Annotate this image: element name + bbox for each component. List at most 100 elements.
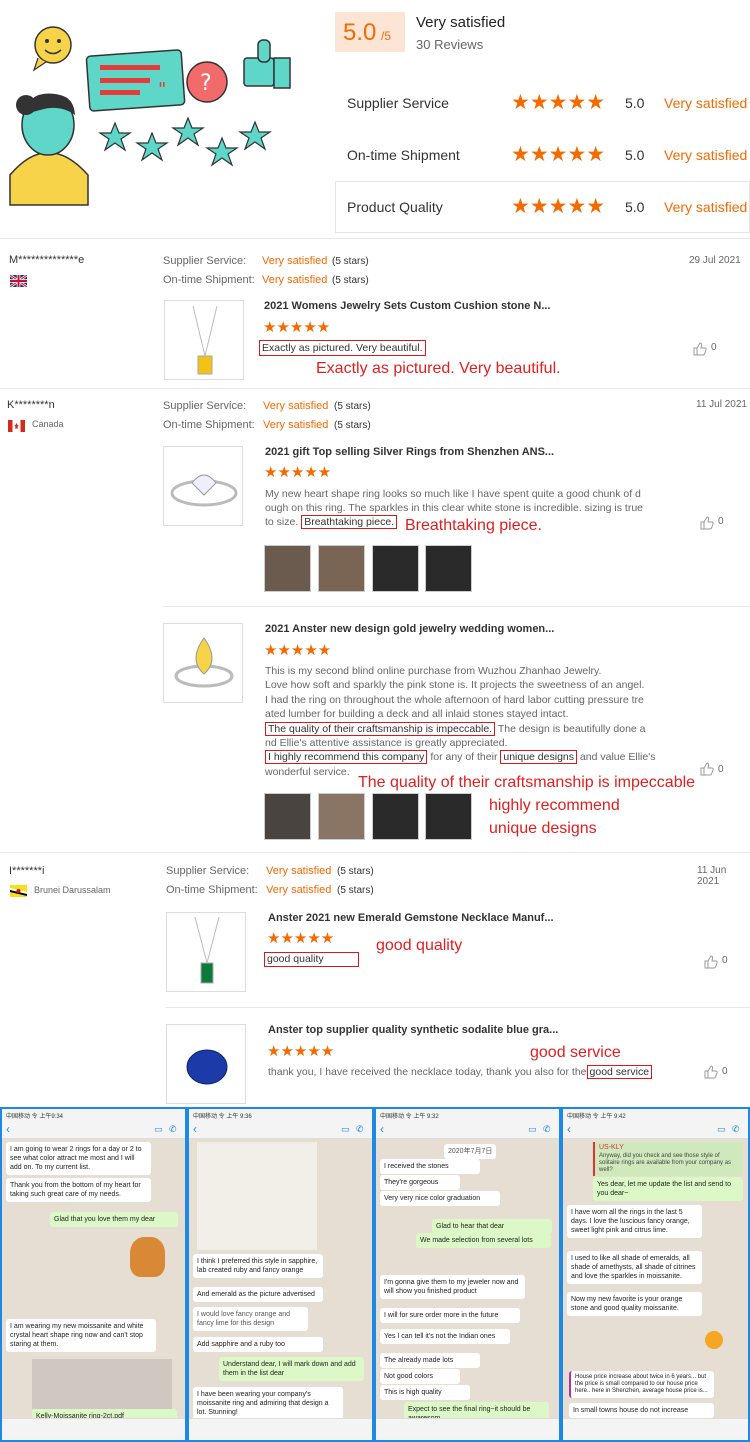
chat-message: Glad that you love them my dear xyxy=(50,1212,178,1227)
product-thumbnail[interactable] xyxy=(164,300,244,380)
like-button[interactable] xyxy=(704,955,718,974)
chat-message: I used to like all shade of emeralds, al… xyxy=(567,1251,702,1284)
chat-message: I am going to wear 2 rings for a day or … xyxy=(6,1142,151,1175)
rating-row-name: On-time Shipment xyxy=(347,147,460,163)
back-icon[interactable]: ‹ xyxy=(6,1122,10,1136)
chat-image[interactable] xyxy=(32,1359,172,1409)
video-call-icon[interactable]: ▭ xyxy=(717,1124,726,1135)
review-photo[interactable] xyxy=(264,793,311,840)
product-title[interactable]: 2021 Anster new design gold jewelry wedd… xyxy=(265,623,554,635)
chat-message: I would love fancy orange and fancy lime… xyxy=(193,1307,308,1331)
product-title[interactable]: 2021 gift Top selling Silver Rings from … xyxy=(265,446,554,458)
video-call-icon[interactable]: ▭ xyxy=(528,1124,537,1135)
review-date: 11 Jun 2021 xyxy=(697,865,727,887)
review-photo[interactable] xyxy=(264,545,311,592)
ontime-shipment-label: On-time Shipment: xyxy=(166,884,258,896)
chat-message: Understand dear, I will mark down and ad… xyxy=(219,1357,364,1381)
divider xyxy=(166,1007,750,1008)
product-thumbnail[interactable] xyxy=(166,912,246,992)
product-title[interactable]: Anster 2021 new Emerald Gemstone Necklac… xyxy=(268,912,554,924)
reviewer-name: I*******i xyxy=(9,865,45,877)
review-highlight: unique designs xyxy=(500,750,577,765)
chat-input-bar[interactable] xyxy=(563,1418,748,1440)
chat-message: They're gorgeous xyxy=(380,1175,460,1190)
canada-flag-icon xyxy=(8,419,25,437)
review-photo[interactable] xyxy=(425,793,472,840)
overall-label: Very satisfied xyxy=(416,14,506,31)
overall-score: 5.0 xyxy=(343,19,377,46)
ontime-shipment-stars: (5 stars) xyxy=(332,275,369,286)
chat-screenshots: 中国移动 令 上午9:34 ‹ ▭ ✆ I am going to wear 2… xyxy=(0,1107,750,1442)
review-text-line: ated lumber for building a deck and all … xyxy=(265,708,569,721)
review-text-line: nd Ellie's attentive assistance is great… xyxy=(265,737,508,750)
chat-message: I think I preferred this style in sapphi… xyxy=(193,1254,323,1278)
review-text-segment: to size. xyxy=(265,516,299,528)
review-photo[interactable] xyxy=(318,545,365,592)
chat-input-bar[interactable] xyxy=(2,1418,185,1440)
ontime-shipment-value: Very satisfied xyxy=(262,274,328,286)
product-thumbnail[interactable] xyxy=(166,1024,246,1104)
phone-icon[interactable]: ✆ xyxy=(169,1124,177,1135)
review-photo[interactable] xyxy=(372,545,419,592)
review-photo[interactable] xyxy=(425,545,472,592)
annotation-note: Exactly as pictured. Very beautiful. xyxy=(316,360,561,377)
product-thumbnail[interactable] xyxy=(163,623,243,703)
like-button[interactable] xyxy=(700,762,714,781)
svg-text:": " xyxy=(158,79,166,100)
like-count: 0 xyxy=(722,1066,728,1077)
divider xyxy=(0,388,750,389)
rating-stars: ★★★★★ xyxy=(511,91,606,114)
reviewer-country: Brunei Darussalam xyxy=(34,885,111,895)
review-highlight: I highly recommend this company xyxy=(265,750,428,765)
divider xyxy=(0,238,750,239)
product-title[interactable]: Anster top supplier quality synthetic so… xyxy=(268,1024,558,1036)
overall-score-suffix: /5 xyxy=(381,29,392,43)
review-text-segment: The design is beautifully done a xyxy=(495,722,646,735)
video-call-icon[interactable]: ▭ xyxy=(154,1124,163,1135)
video-call-icon[interactable]: ▭ xyxy=(341,1124,350,1135)
review-photo[interactable] xyxy=(372,793,419,840)
phone-icon[interactable]: ✆ xyxy=(356,1124,364,1135)
chat-message: Not good colors xyxy=(380,1369,460,1384)
product-thumbnail[interactable] xyxy=(163,446,243,526)
like-button[interactable] xyxy=(693,342,707,361)
annotation-note: The quality of their craftsmanship is im… xyxy=(358,774,696,791)
rating-row-label: Very satisfied xyxy=(664,147,748,163)
phone-icon[interactable]: ✆ xyxy=(732,1124,740,1135)
chat-message: I have been wearing your company's moiss… xyxy=(193,1387,343,1420)
back-icon[interactable]: ‹ xyxy=(567,1122,571,1136)
chat-message: Yes I can tell it's not the Indian ones xyxy=(380,1329,510,1344)
reviewer-name: K********n xyxy=(7,399,55,411)
thumbs-up-icon xyxy=(693,342,707,356)
chat-input-bar[interactable] xyxy=(376,1418,559,1440)
supplier-service-label: Supplier Service: xyxy=(166,865,250,877)
phone-icon[interactable]: ✆ xyxy=(543,1124,551,1135)
chat-image[interactable] xyxy=(197,1142,317,1250)
like-count: 0 xyxy=(718,516,724,527)
review-text-line: I had the ring on throughout the whole a… xyxy=(265,693,644,706)
chat-message: I will for sure order more in the future xyxy=(380,1308,520,1323)
date-chip: 2020年7月7日 xyxy=(444,1144,497,1159)
back-icon[interactable]: ‹ xyxy=(380,1122,384,1136)
review-stars: ★★★★★ xyxy=(267,930,335,947)
emoji-icon xyxy=(705,1331,723,1349)
like-button[interactable] xyxy=(704,1065,718,1084)
like-button[interactable] xyxy=(700,516,714,535)
review-stars: ★★★★★ xyxy=(264,464,332,481)
product-title[interactable]: 2021 Womens Jewelry Sets Custom Cushion … xyxy=(264,300,551,312)
annotation-note: Breathtaking piece. xyxy=(405,517,542,534)
supplier-service-label: Supplier Service: xyxy=(163,400,247,412)
chat-message: I received the stones xyxy=(380,1159,480,1174)
rating-stars: ★★★★★ xyxy=(511,143,606,166)
chat-message: Now my new favorite is your orange stone… xyxy=(567,1292,702,1316)
chat-message: I have worn all the rings in the last 5 … xyxy=(567,1205,702,1238)
chat-screenshot: 中国移动 令 上午 9:32 ‹ ▭ ✆ 2020年7月7日 I receive… xyxy=(376,1109,559,1440)
ontime-shipment-label: On-time Shipment: xyxy=(163,274,255,286)
back-icon[interactable]: ‹ xyxy=(193,1122,197,1136)
chat-input-bar[interactable] xyxy=(189,1418,372,1440)
chat-screenshot: 中国移动 令 上午 9:36 ‹ ▭ ✆ I think I preferred… xyxy=(189,1109,372,1440)
rating-row-name: Product Quality xyxy=(347,199,443,215)
review-photo[interactable] xyxy=(318,793,365,840)
review-highlight: good quality xyxy=(264,952,359,967)
thumbs-up-icon xyxy=(700,516,714,530)
